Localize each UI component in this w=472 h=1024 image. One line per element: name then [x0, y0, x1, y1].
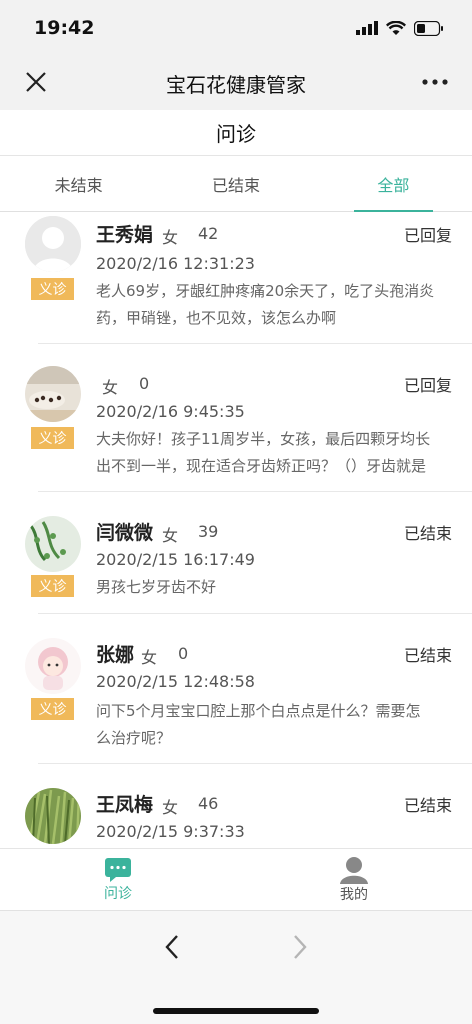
bottom-nav-consult-label: 问诊 [104, 885, 132, 902]
more-icon[interactable] [420, 70, 450, 94]
avatar [25, 516, 81, 572]
consultation-status: 已结束 [403, 646, 452, 665]
status-bar: 19:42 [0, 0, 472, 56]
avatar [25, 366, 81, 422]
status-icons [356, 20, 444, 36]
free-clinic-badge: 义诊 [31, 427, 74, 449]
patient-gender: 女 [141, 648, 158, 667]
patient-name: 张娜 [96, 644, 135, 666]
tab-finished[interactable]: 已结束 [157, 156, 314, 211]
patient-gender: 女 [162, 798, 179, 817]
chat-icon [105, 857, 131, 882]
patient-age: 42 [198, 224, 219, 243]
signal-icon [356, 21, 378, 35]
tab-unfinished[interactable]: 未结束 [0, 156, 157, 211]
home-indicator [153, 1008, 319, 1014]
consultation-item[interactable]: 义诊 王秀娟 女 42 已回复 2020/2/16 12:31:23 老人69岁… [0, 212, 472, 344]
app-header: 宝石花健康管家 [0, 56, 472, 110]
consultation-status: 已回复 [403, 226, 452, 245]
bottom-nav-mine-label: 我的 [340, 886, 368, 903]
battery-icon [414, 20, 443, 36]
page-title: 问诊 [216, 122, 256, 146]
free-clinic-badge: 义诊 [31, 575, 74, 597]
bottom-nav: 问诊 我的 [0, 848, 472, 910]
browser-toolbar [0, 910, 472, 1024]
filter-tabs: 未结束 已结束 全部 [0, 156, 472, 212]
user-icon [340, 856, 368, 884]
page-header: 问诊 [0, 110, 472, 156]
consultation-item[interactable]: 王凤梅 女 46 已结束 2020/2/15 9:37:33 [0, 764, 472, 848]
tab-all[interactable]: 全部 [315, 156, 472, 212]
consultation-time: 2020/2/15 12:48:58 [96, 672, 255, 691]
patient-age: 39 [198, 522, 219, 541]
patient-age: 0 [139, 374, 150, 393]
free-clinic-badge: 义诊 [31, 278, 74, 300]
patient-age: 46 [198, 794, 219, 813]
consultation-description: 老人69岁，牙龈红肿疼痛20余天了，吃了头孢消炎 药，甲硝锉，也不见效，该怎么办… [96, 282, 435, 327]
patient-name: 闫微微 [96, 522, 154, 544]
patient-name: 王秀娟 [96, 224, 154, 246]
bottom-nav-consult[interactable]: 问诊 [0, 849, 236, 910]
avatar [25, 788, 81, 844]
consultation-time: 2020/2/16 9:45:35 [96, 402, 245, 421]
close-icon[interactable] [24, 70, 48, 94]
avatar [25, 638, 81, 694]
consultation-status: 已回复 [403, 376, 452, 395]
avatar [25, 216, 81, 272]
app-title: 宝石花健康管家 [166, 72, 306, 97]
patient-gender: 女 [162, 228, 179, 247]
bottom-nav-mine[interactable]: 我的 [236, 849, 472, 910]
back-arrow-icon[interactable] [160, 933, 184, 961]
consultation-item[interactable]: 义诊 闫微微 女 39 已结束 2020/2/15 16:17:49 男孩七岁牙… [0, 492, 472, 614]
patient-gender: 女 [102, 378, 119, 397]
consultation-description: 大夫你好！孩子11周岁半，女孩，最后四颗牙均长 出不到一半，现在适合牙齿矫正吗？… [96, 430, 431, 475]
consultation-time: 2020/2/16 12:31:23 [96, 254, 255, 273]
status-time: 19:42 [34, 17, 95, 39]
patient-age: 0 [178, 644, 189, 663]
forward-arrow-icon[interactable] [288, 933, 312, 961]
consultation-status: 已结束 [403, 796, 452, 815]
consultation-time: 2020/2/15 16:17:49 [96, 550, 255, 569]
consultation-item[interactable]: 义诊 张娜 女 0 已结束 2020/2/15 12:48:58 问下5个月宝宝… [0, 614, 472, 764]
consultation-list: 义诊 王秀娟 女 42 已回复 2020/2/16 12:31:23 老人69岁… [0, 212, 472, 848]
consultation-time: 2020/2/15 9:37:33 [96, 822, 245, 841]
patient-name: 王凤梅 [96, 794, 154, 816]
patient-gender: 女 [162, 526, 179, 545]
consultation-description: 男孩七岁牙齿不好 [96, 578, 217, 596]
consultation-status: 已结束 [403, 524, 452, 543]
consultation-description: 问下5个月宝宝口腔上那个白点点是什么？需要怎 么治疗呢？ [96, 702, 421, 747]
free-clinic-badge: 义诊 [31, 698, 74, 720]
wifi-icon [386, 20, 406, 35]
consultation-item[interactable]: 义诊 女 0 已回复 2020/2/16 9:45:35 大夫你好！孩子11周岁… [0, 344, 472, 492]
